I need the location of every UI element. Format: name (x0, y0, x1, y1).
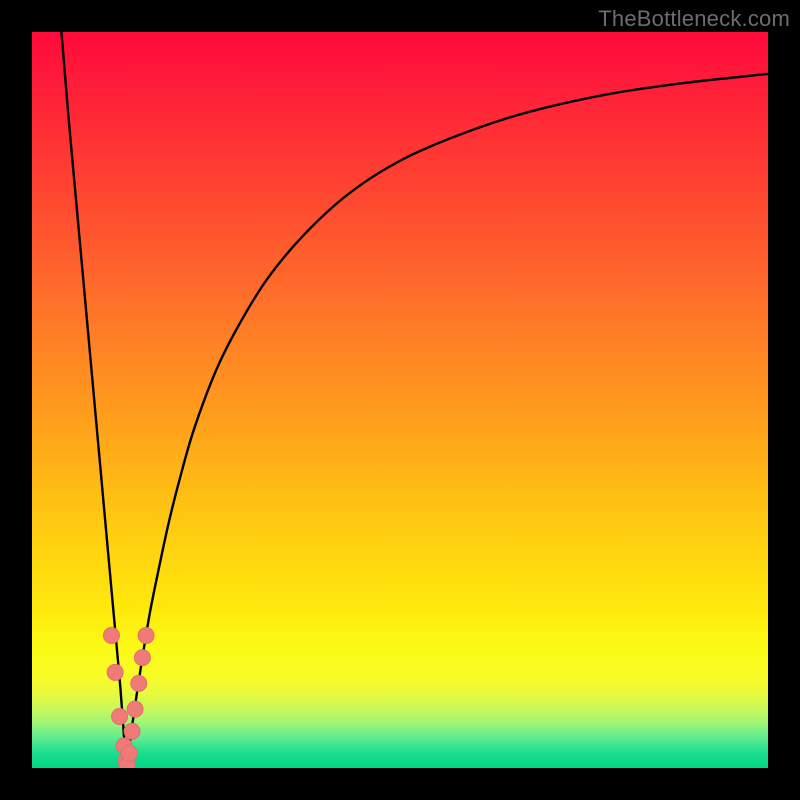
plot-area (32, 32, 768, 768)
data-marker-group (103, 628, 154, 768)
data-marker (112, 708, 128, 724)
curve-left-branch (61, 32, 126, 768)
data-marker (127, 701, 143, 717)
chart-svg (32, 32, 768, 768)
bottleneck-curve (61, 32, 768, 768)
curve-right-branch (126, 74, 768, 768)
data-marker (134, 650, 150, 666)
data-marker (131, 675, 147, 691)
data-marker (103, 628, 119, 644)
data-marker (138, 628, 154, 644)
watermark-text: TheBottleneck.com (598, 6, 790, 32)
chart-frame: TheBottleneck.com (0, 0, 800, 800)
data-marker (124, 723, 140, 739)
data-marker (121, 745, 137, 761)
data-marker (107, 664, 123, 680)
